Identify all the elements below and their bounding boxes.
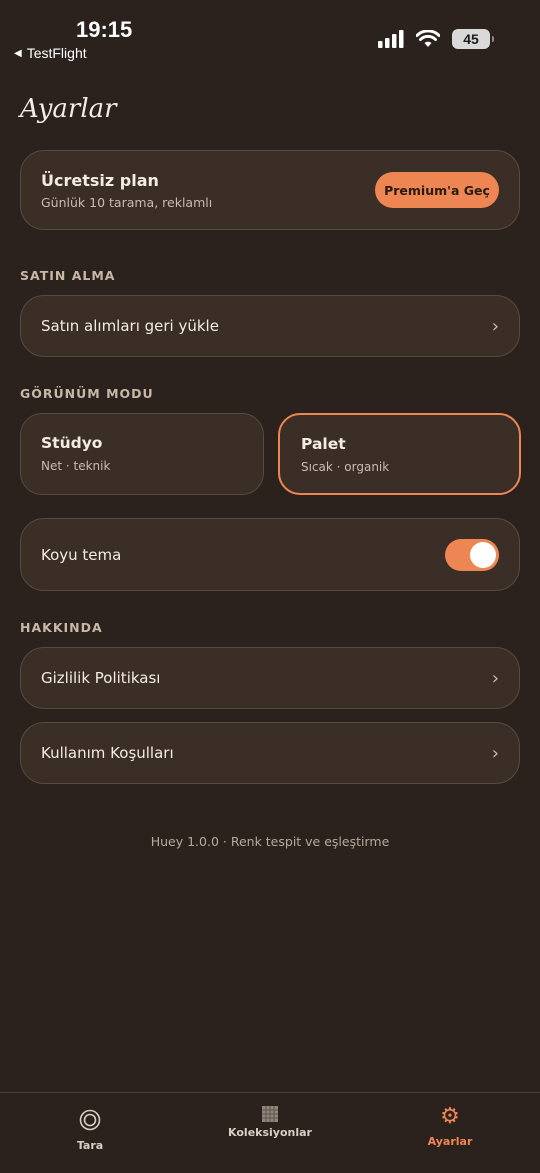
tab-label: Tara — [76, 1139, 104, 1152]
battery-indicator: 45 — [452, 29, 494, 49]
tab-settings[interactable]: ⚙ Ayarlar — [360, 1093, 540, 1173]
grid-icon — [262, 1106, 278, 1122]
plan-card: Ücretsiz plan Günlük 10 tarama, reklamlı… — [20, 150, 520, 230]
wifi-icon — [416, 30, 440, 47]
tab-collections[interactable]: Koleksiyonlar — [180, 1093, 360, 1173]
restore-purchases-row[interactable]: Satın alımları geri yükle › — [20, 295, 520, 357]
chevron-right-icon: › — [491, 315, 499, 337]
back-label: TestFlight — [26, 45, 87, 61]
tab-label: Koleksiyonlar — [228, 1126, 312, 1139]
privacy-policy-label: Gizlilik Politikası — [41, 669, 161, 687]
cellular-signal-icon — [378, 30, 404, 48]
tab-scan[interactable]: Tara — [0, 1093, 180, 1173]
back-arrow-icon: ◀ — [14, 47, 22, 59]
status-time: 19:15 — [76, 17, 133, 42]
dark-theme-label: Koyu tema — [41, 545, 122, 564]
dark-theme-row: Koyu tema — [20, 518, 520, 591]
mode-title: Palet — [301, 435, 346, 453]
privacy-policy-row[interactable]: Gizlilik Politikası › — [20, 647, 520, 709]
tab-label: Ayarlar — [427, 1135, 473, 1148]
terms-of-use-label: Kullanım Koşulları — [41, 744, 174, 762]
mode-card-palette[interactable]: Palet Sıcak · organik — [278, 413, 521, 495]
page-title: Ayarlar — [20, 94, 117, 124]
mode-card-studio[interactable]: Stüdyo Net · teknik — [20, 413, 264, 495]
app-version-text: Huey 1.0.0 · Renk tespit ve eşleştirme — [150, 834, 390, 849]
restore-purchases-label: Satın alımları geri yükle — [41, 317, 219, 335]
settings-screen: 19:15 ◀ TestFlight 45 Ayarlar Ücretsiz p… — [0, 0, 540, 1173]
gear-icon: ⚙ — [440, 1104, 460, 1129]
mode-title: Stüdyo — [41, 434, 103, 452]
plan-title: Ücretsiz plan — [41, 171, 159, 190]
back-to-testflight-link[interactable]: ◀ TestFlight — [14, 45, 87, 61]
section-label-appearance: GÖRÜNÜM MODU — [20, 386, 154, 401]
terms-of-use-row[interactable]: Kullanım Koşulları › — [20, 722, 520, 784]
chevron-right-icon: › — [491, 742, 499, 764]
status-icons: 45 — [378, 29, 494, 49]
go-premium-button[interactable]: Premium'a Geç — [375, 172, 499, 208]
scan-circle-icon — [79, 1109, 101, 1131]
tab-bar: Tara Koleksiyonlar ⚙ Ayarlar — [0, 1092, 540, 1173]
section-label-about: HAKKINDA — [20, 620, 103, 635]
mode-subtitle: Net · teknik — [41, 459, 111, 473]
mode-subtitle: Sıcak · organik — [301, 460, 390, 474]
toggle-knob — [470, 541, 496, 568]
chevron-right-icon: › — [491, 667, 499, 689]
plan-subtitle: Günlük 10 tarama, reklamlı — [41, 195, 213, 210]
dark-theme-toggle[interactable] — [445, 538, 499, 571]
section-label-purchase: SATIN ALMA — [20, 268, 116, 283]
